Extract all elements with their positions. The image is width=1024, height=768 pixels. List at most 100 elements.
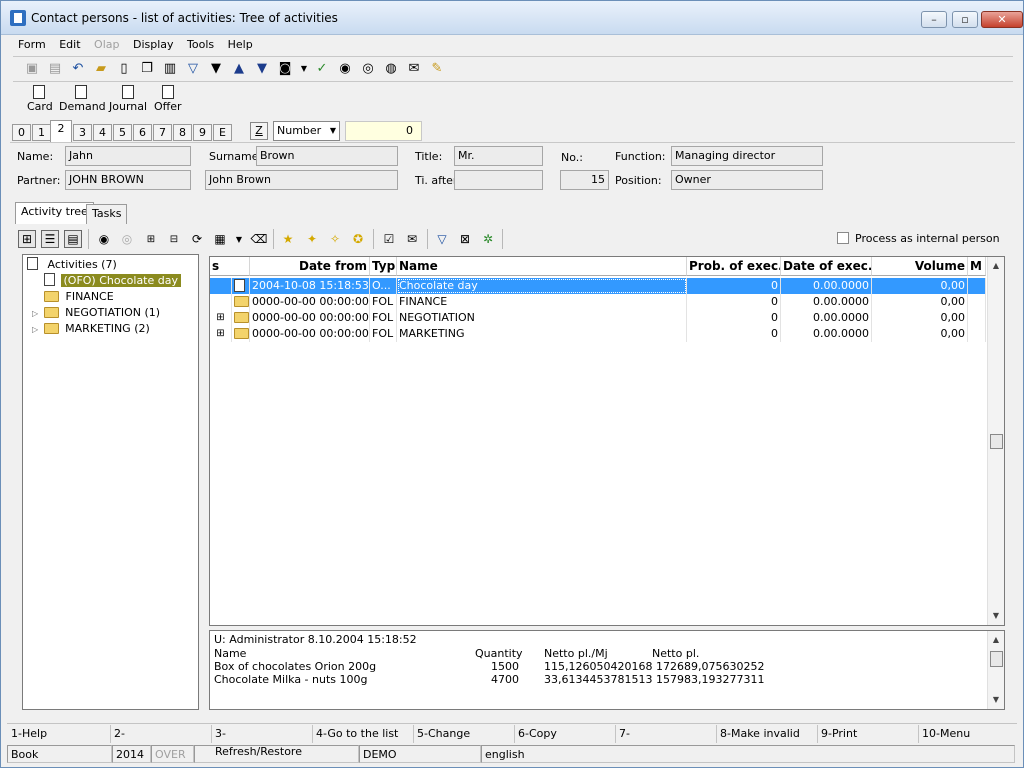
number-tab[interactable]: 1 <box>32 124 51 141</box>
column-header-prob[interactable]: Prob. of exec. <box>687 257 781 276</box>
column-header-type[interactable]: Typ <box>370 257 397 276</box>
detail-scrollbar[interactable]: ▲ ▼ <box>987 631 1004 709</box>
menu-form[interactable]: Form <box>13 37 51 53</box>
internal-person-checkbox[interactable] <box>837 232 849 244</box>
arrow-up-icon[interactable]: ▲ <box>230 60 248 78</box>
z-button[interactable]: Z <box>250 122 268 140</box>
partner-field[interactable]: JOHN BROWN <box>65 170 191 190</box>
position-field[interactable]: Owner <box>671 170 823 190</box>
number-input[interactable]: 0 <box>345 121 422 141</box>
number-tab[interactable]: 6 <box>133 124 152 141</box>
name-field[interactable]: Jahn <box>65 146 191 166</box>
chevron-down-icon[interactable]: ▼ <box>295 60 313 78</box>
fkey-change[interactable]: 5-Change <box>415 725 515 743</box>
ti-after-field[interactable] <box>454 170 543 190</box>
title-field[interactable]: Mr. <box>454 146 543 166</box>
no-field[interactable]: 15 <box>560 170 609 190</box>
book-icon[interactable]: ▥ <box>161 60 179 78</box>
maximize-button[interactable]: ▫ <box>952 11 978 28</box>
expand-row-icon[interactable]: ⊞ <box>210 326 232 342</box>
tree-item-chocolate-day[interactable]: (OFO) Chocolate day <box>44 273 181 289</box>
column-header-name[interactable]: Name <box>397 257 687 276</box>
tree-check-icon[interactable]: ✓ <box>313 60 331 78</box>
menu-display[interactable]: Display <box>128 37 179 53</box>
card-button[interactable]: Card <box>27 85 53 113</box>
tab-tasks[interactable]: Tasks <box>86 204 128 224</box>
journal-button[interactable]: Journal <box>109 85 147 113</box>
menu-help[interactable]: Help <box>223 37 258 53</box>
form-icon[interactable]: ▦ <box>211 230 229 248</box>
column-header-volume[interactable]: Volume <box>872 257 968 276</box>
fkey-7[interactable]: 7- <box>617 725 717 743</box>
filter-document-icon[interactable]: ▼ <box>207 60 225 78</box>
envelope-icon[interactable]: ✉ <box>405 60 423 78</box>
tree-root[interactable]: Activities (7) <box>27 257 117 273</box>
arrow-down-icon[interactable]: ▼ <box>253 60 271 78</box>
filter-clear-icon[interactable]: ✲ <box>479 230 497 248</box>
checklist-icon[interactable]: ☑ <box>380 230 398 248</box>
scroll-thumb[interactable] <box>990 434 1003 449</box>
expand-arrow-icon[interactable]: ▷ <box>32 309 38 318</box>
expand-icon[interactable]: ⊞ <box>142 230 160 248</box>
detail-view-icon[interactable]: ▤ <box>64 230 82 248</box>
save-as-icon[interactable]: ▤ <box>46 60 64 78</box>
tab-activity-tree[interactable]: Activity tree <box>15 202 94 224</box>
column-header-date-from[interactable]: Date from <box>250 257 370 276</box>
demand-button[interactable]: Demand <box>59 85 106 113</box>
scroll-thumb[interactable] <box>990 651 1003 667</box>
tree-item-marketing[interactable]: ▷ MARKETING (2) <box>32 321 150 337</box>
fkey-2[interactable]: 2- <box>112 725 212 743</box>
expand-arrow-icon[interactable]: ▷ <box>32 325 38 334</box>
number-tab[interactable]: 5 <box>113 124 132 141</box>
tree-item-finance[interactable]: FINANCE <box>44 289 114 305</box>
chevron-down-icon[interactable]: ▼ <box>230 230 248 248</box>
menu-edit[interactable]: Edit <box>54 37 85 53</box>
surname-field[interactable]: Brown <box>256 146 398 166</box>
undo-icon[interactable]: ↶ <box>69 60 87 78</box>
column-header-s[interactable]: s <box>210 257 250 276</box>
scroll-up-icon[interactable]: ▲ <box>988 633 1004 647</box>
table-row[interactable]: ⊞ 0000-00-00 00:00:00 FOL MARKETING 0 0.… <box>210 326 986 342</box>
expand-row-icon[interactable]: ⊞ <box>210 310 232 326</box>
sort-combo[interactable]: Number ▼ <box>273 121 340 141</box>
refresh-document-icon[interactable]: ⟳ <box>188 230 206 248</box>
offer-button[interactable]: Offer <box>154 85 182 113</box>
trash-icon[interactable]: ⌫ <box>250 230 268 248</box>
table-row[interactable]: ⊞ 0000-00-00 00:00:00 FOL NEGOTIATION 0 … <box>210 310 986 326</box>
number-tab-active[interactable]: 2 <box>50 120 72 142</box>
envelope-icon[interactable]: ✉ <box>403 230 421 248</box>
number-tab[interactable]: 7 <box>153 124 172 141</box>
new-document-icon[interactable]: ▯ <box>115 60 133 78</box>
partner-person-field[interactable]: John Brown <box>205 170 398 190</box>
fkey-help[interactable]: 1-Help <box>9 725 111 743</box>
fkey-refresh[interactable]: 3-Refresh/Restore <box>213 725 313 758</box>
table-row[interactable]: 0000-00-00 00:00:00 FOL FINANCE 0 0.00.0… <box>210 294 986 310</box>
close-button[interactable]: ✕ <box>981 11 1023 28</box>
tree-view-icon[interactable]: ⊞ <box>18 230 36 248</box>
save-icon[interactable]: ▣ <box>23 60 41 78</box>
number-tab[interactable]: 4 <box>93 124 112 141</box>
column-header-m[interactable]: M <box>968 257 986 276</box>
collapse-icon[interactable]: ⊟ <box>165 230 183 248</box>
binoculars-next-icon[interactable]: ◎ <box>359 60 377 78</box>
camera-icon[interactable]: ◙ <box>276 60 294 78</box>
scroll-up-icon[interactable]: ▲ <box>988 259 1004 273</box>
function-field[interactable]: Managing director <box>671 146 823 166</box>
binoculars-icon[interactable]: ◉ <box>95 230 113 248</box>
fkey-copy[interactable]: 6-Copy <box>516 725 616 743</box>
new-activity-icon[interactable]: ★ <box>279 230 297 248</box>
binoculars-prev-icon[interactable]: ◍ <box>382 60 400 78</box>
fkey-print[interactable]: 9-Print <box>819 725 919 743</box>
open-folder-icon[interactable]: ▰ <box>92 60 110 78</box>
number-tab[interactable]: 3 <box>73 124 92 141</box>
filter-mail-icon[interactable]: ⊠ <box>456 230 474 248</box>
filter-icon[interactable]: ▽ <box>433 230 451 248</box>
number-tab[interactable]: E <box>213 124 232 141</box>
fkey-go-to-list[interactable]: 4-Go to the list <box>314 725 414 743</box>
column-header-date-exec[interactable]: Date of exec. <box>781 257 872 276</box>
folder-activity-icon[interactable]: ✪ <box>349 230 367 248</box>
copy-document-icon[interactable]: ❐ <box>138 60 156 78</box>
list-view-icon[interactable]: ☰ <box>41 230 59 248</box>
number-tab[interactable]: 0 <box>12 124 31 141</box>
number-tab[interactable]: 9 <box>193 124 212 141</box>
